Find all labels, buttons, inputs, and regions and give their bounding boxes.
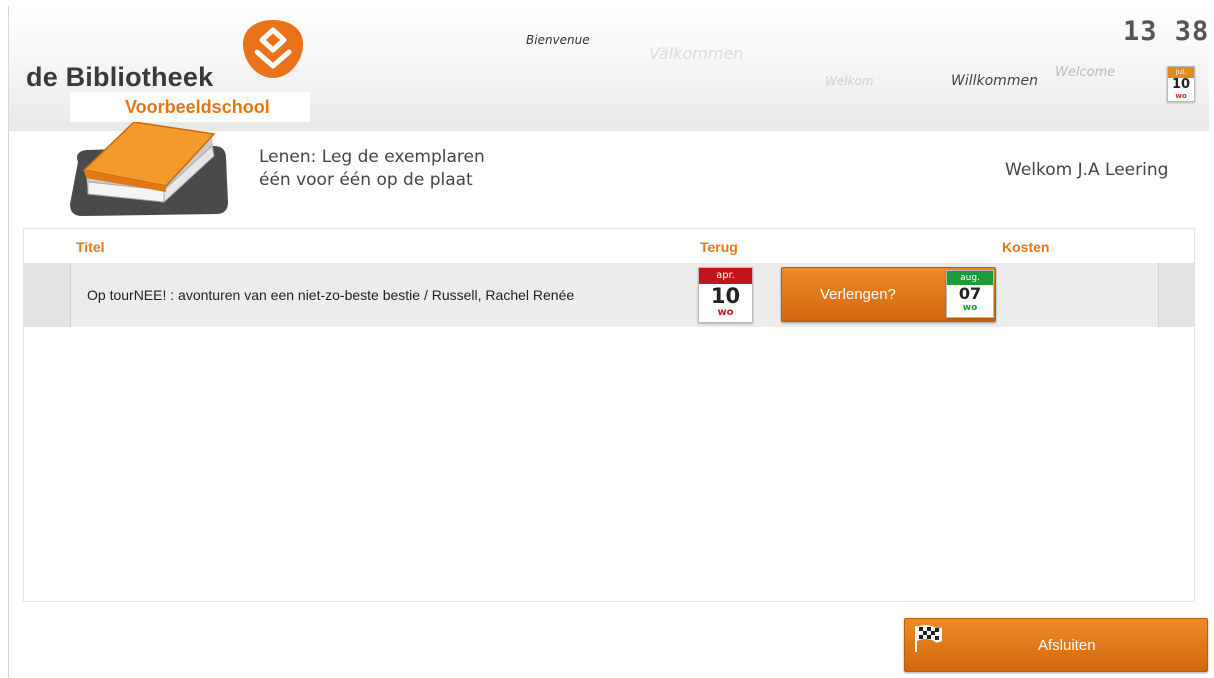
item-title: Op tourNEE! : avonturen van een niet-zo-… bbox=[87, 287, 575, 303]
calendar-day: 10 bbox=[710, 284, 741, 308]
instruction-line-2: één voor één op de plaat bbox=[259, 170, 473, 190]
calendar-weekday: wo bbox=[962, 303, 978, 313]
calendar-weekday: wo bbox=[1175, 92, 1187, 100]
greeting-welcome: Welcome bbox=[1055, 65, 1116, 80]
library-logo-text: de Bibliotheek bbox=[26, 62, 214, 92]
table-row[interactable]: Op tourNEE! : avonturen van een niet-zo-… bbox=[24, 263, 1194, 327]
calendar-month: aug. bbox=[947, 271, 993, 285]
greeting-valkommen: Välkommen bbox=[649, 44, 744, 63]
renew-date-calendar-icon: aug. 07 wo bbox=[946, 270, 994, 318]
today-calendar-icon: jul. 10 wo bbox=[1167, 66, 1195, 102]
renew-button-label: Verlengen? bbox=[820, 286, 896, 303]
renew-button[interactable]: Verlengen? aug. 07 wo bbox=[781, 267, 996, 322]
column-header-cost: Kosten bbox=[1002, 239, 1050, 255]
user-welcome: Welkom J.A Leering bbox=[1005, 160, 1169, 180]
calendar-month: apr. bbox=[699, 268, 752, 284]
instruction-text: Lenen: Leg de exemplaren één voor één op… bbox=[259, 146, 485, 192]
school-name: Voorbeeldschool bbox=[125, 97, 270, 117]
kiosk-window: de Bibliotheek Voorbeeldschool Bienvenue… bbox=[8, 6, 1209, 678]
row-right-cell bbox=[1158, 263, 1194, 327]
calendar-day: 10 bbox=[1171, 77, 1191, 92]
checkered-flag-icon bbox=[915, 625, 942, 652]
calendar-day: 07 bbox=[958, 284, 982, 303]
header: de Bibliotheek Voorbeeldschool Bienvenue… bbox=[9, 6, 1209, 131]
column-header-due: Terug bbox=[700, 239, 738, 255]
calendar-weekday: wo bbox=[717, 307, 734, 318]
clock: 13 38 bbox=[1123, 16, 1210, 47]
library-logo-icon bbox=[243, 20, 303, 78]
greeting-willkommen: Willkommen bbox=[951, 73, 1038, 89]
loans-table: Titel Terug Kosten Op tourNEE! : avontur… bbox=[23, 228, 1195, 602]
book-on-pad-icon bbox=[70, 122, 228, 216]
greeting-welkom: Welkom bbox=[825, 74, 874, 88]
instruction-line-1: Lenen: Leg de exemplaren bbox=[259, 147, 485, 167]
column-header-title: Titel bbox=[76, 239, 105, 255]
close-button[interactable]: Afsluiten bbox=[904, 618, 1208, 672]
close-button-label: Afsluiten bbox=[1038, 637, 1096, 654]
row-left-cell bbox=[24, 263, 71, 327]
greeting-bienvenue: Bienvenue bbox=[526, 33, 590, 47]
due-date-calendar-icon: apr. 10 wo bbox=[698, 267, 753, 323]
